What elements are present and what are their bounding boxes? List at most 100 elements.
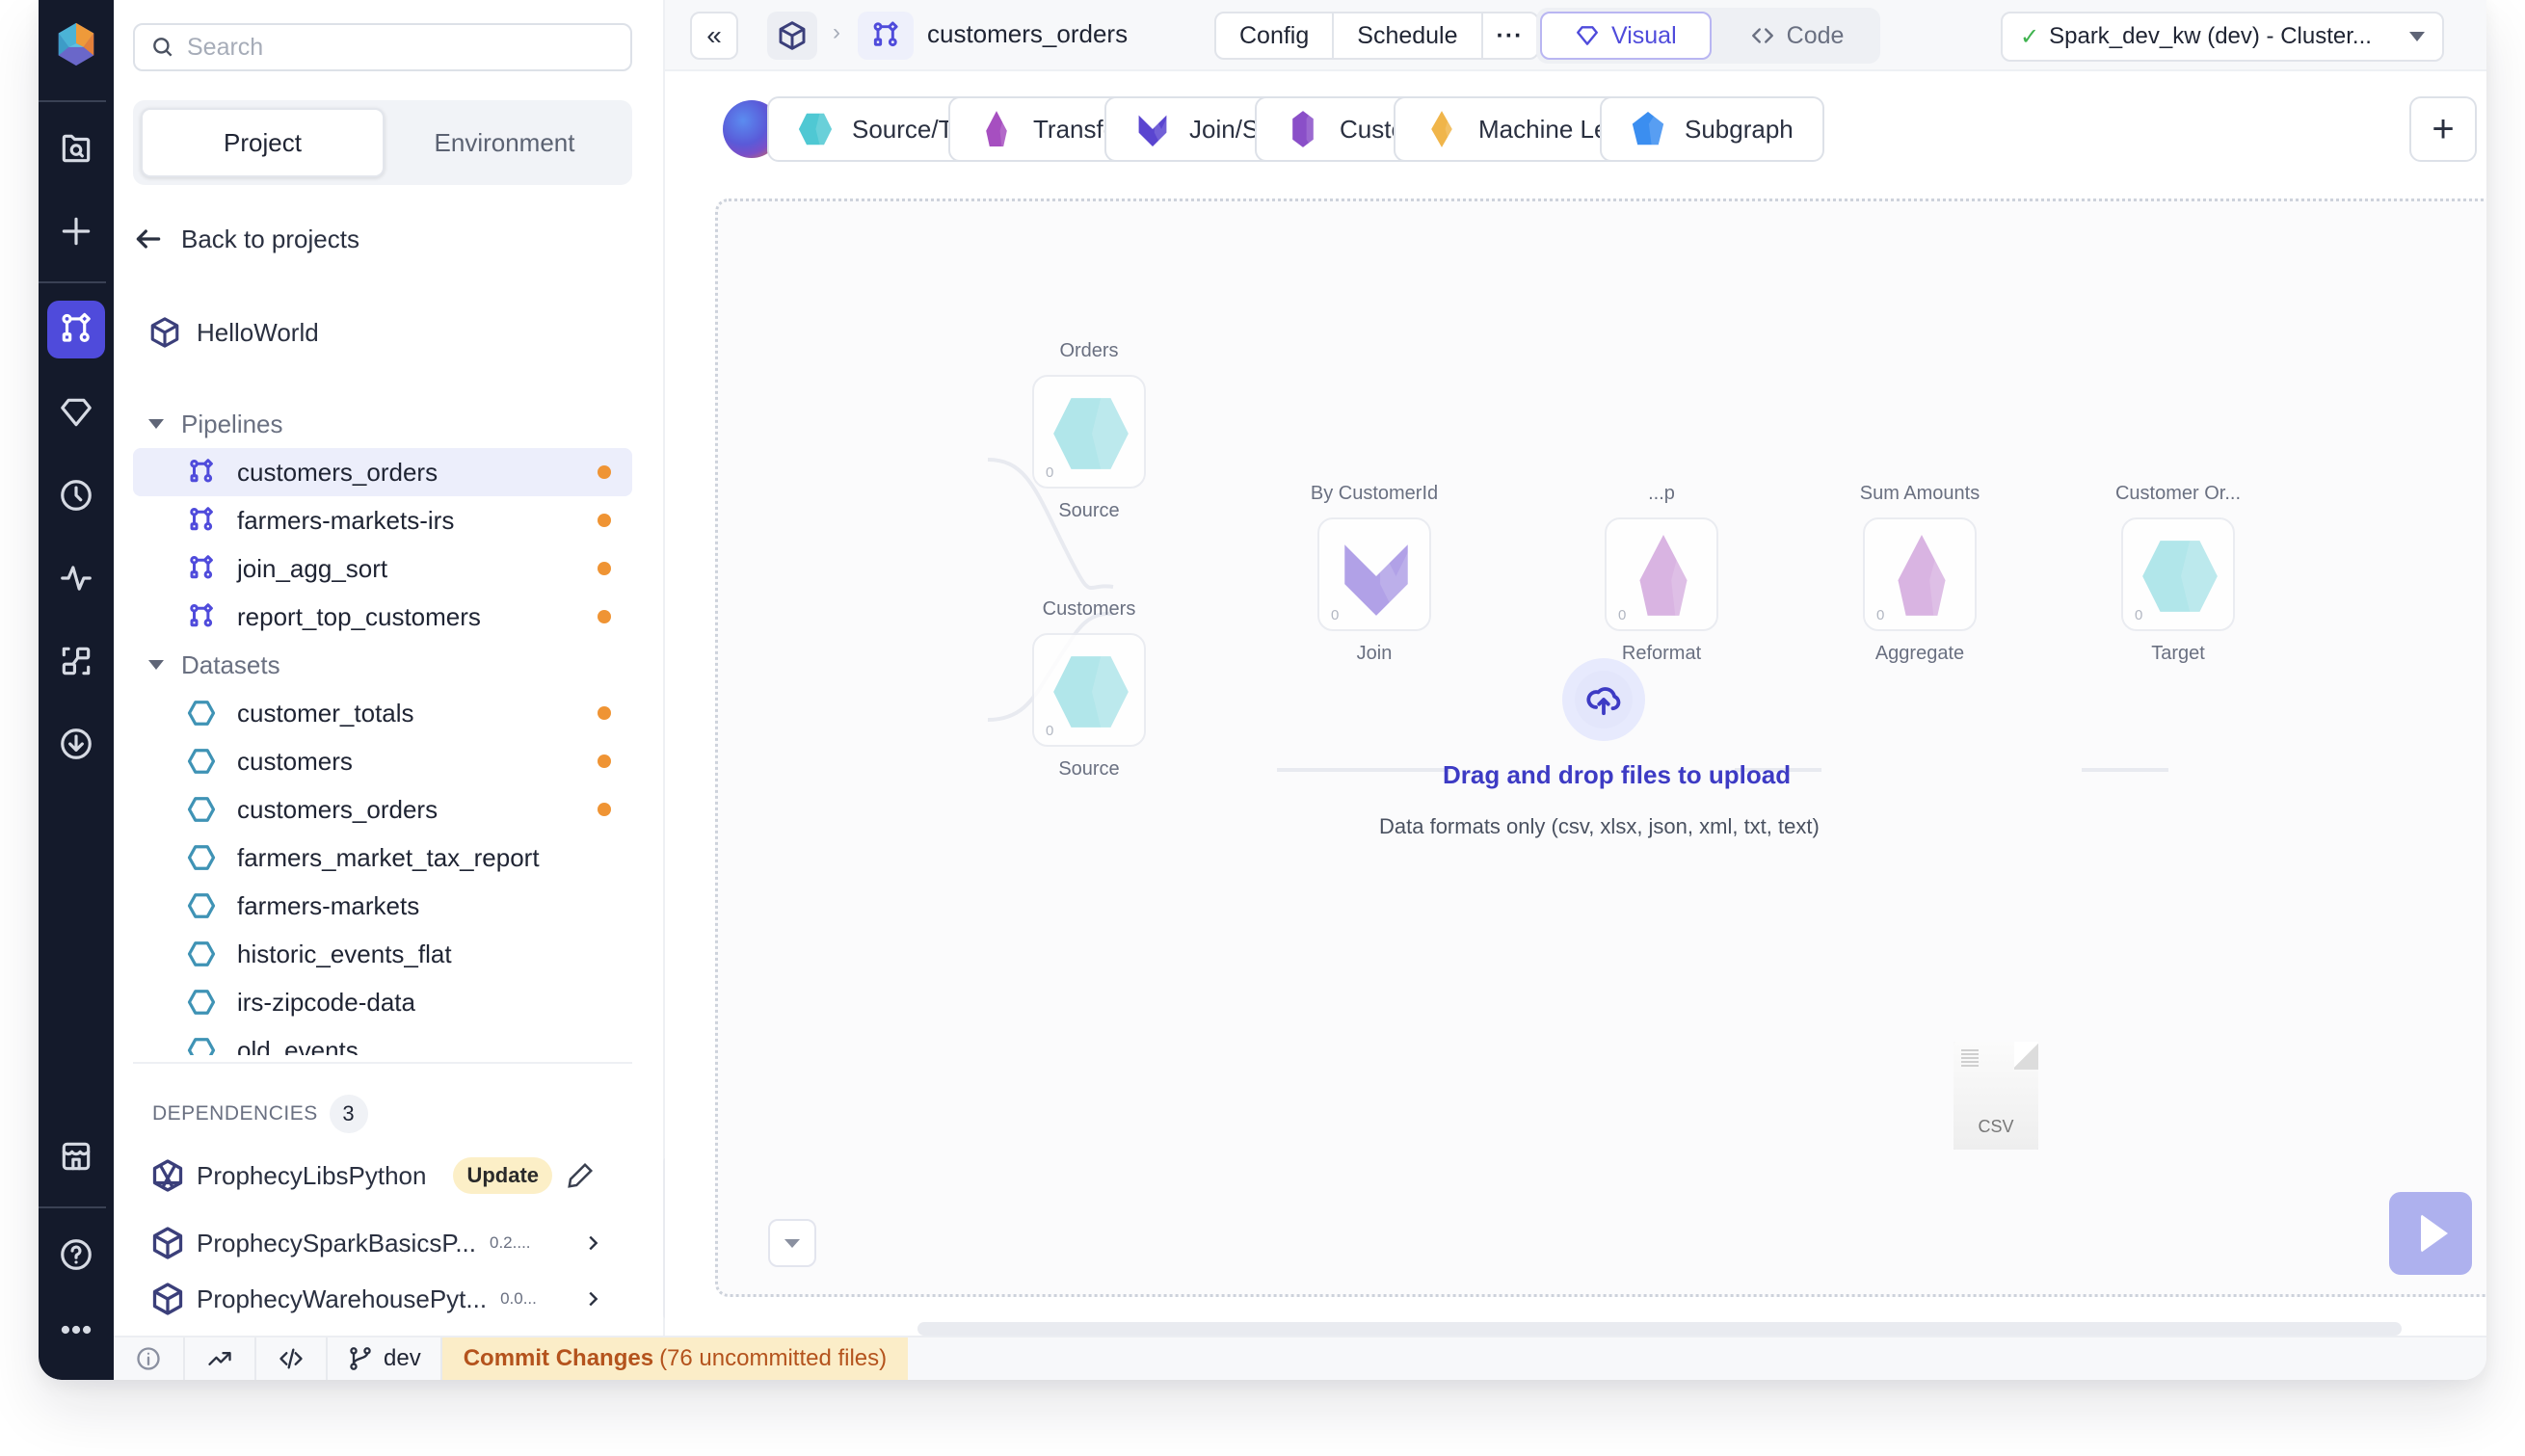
dependency-version: 0.2.... [490,1233,531,1252]
pipeline-canvas[interactable]: Orders 0 Source Customers 0 Source By Customer… [715,199,2486,1297]
top-bar: « › customers_orders Config Schedule ···… [665,0,2486,71]
edit-pencil-icon[interactable] [566,1161,595,1190]
gem-node-reformat[interactable]: 0 [1605,517,1718,631]
dataset-hexagon-icon [187,701,216,726]
dataset-item[interactable]: historic_events_flat [133,930,632,978]
dataset-item[interactable]: customers_orders [133,785,632,834]
visual-view-tab[interactable]: Visual [1540,12,1712,60]
view-toggle: Visual Code [1536,8,1881,64]
pipeline-breadcrumb-icon[interactable] [858,12,914,60]
gem-node-aggregate[interactable]: 0 [1863,517,1977,631]
tab-project[interactable]: Project [141,108,385,177]
tab-environment[interactable]: Environment [385,108,625,177]
dataset-label: customer_totals [237,698,414,728]
canvas-horizontal-scrollbar[interactable] [917,1322,2402,1336]
rail-item-help[interactable] [47,1226,105,1284]
dataset-item[interactable]: farmers_market_tax_report [133,834,632,882]
dependencies-header: DEPENDENCIES 3 [152,1095,368,1133]
chevron-gem-icon [1344,544,1412,616]
gems-diamond-icon [61,398,92,427]
search-input[interactable] [187,33,611,62]
upload-indicator [1562,658,1645,741]
dataset-item[interactable]: customers [133,737,632,785]
back-to-projects-link[interactable]: Back to projects [133,224,359,254]
chevron-right-icon[interactable] [582,1232,603,1254]
palette-category-button[interactable]: Subgraph [1600,96,1824,162]
project-panel: Project Environment Back to projects Hel… [114,0,675,1342]
dataset-hexagon-icon [187,941,216,966]
dataset-hexagon-icon [187,990,216,1015]
section-pipelines[interactable]: Pipelines [133,400,632,448]
pipeline-icon [190,603,213,627]
node-count: 0 [1618,607,1627,623]
code-label: Code [1786,21,1845,49]
rail-item-observability[interactable] [47,549,105,607]
config-button[interactable]: Config [1216,13,1335,58]
gem-node-target[interactable]: 0 [2121,517,2235,631]
gem-node-join[interactable]: 0 [1317,517,1431,631]
info-button[interactable] [114,1337,185,1380]
schedule-clock-icon [61,480,92,511]
commit-label: Commit Changes [463,1345,654,1371]
rail-item-jobs[interactable] [47,466,105,524]
more-icon [61,1325,92,1335]
rail-item-gems[interactable] [47,384,105,441]
rail-item-download[interactable] [47,715,105,773]
dataset-item[interactable]: customer_totals [133,689,632,737]
rail-item-lineage[interactable] [47,632,105,690]
dataset-item[interactable]: irs-zipcode-data [133,978,632,1026]
drop-zone-subtitle: Data formats only (csv, xlsx, json, xml,… [1379,814,1820,838]
add-gem-button[interactable]: + [2409,96,2477,162]
visual-label: Visual [1611,21,1677,49]
caret-down-icon [784,1238,800,1248]
dataset-item[interactable]: old_events [133,1026,632,1055]
search-box[interactable] [133,23,632,71]
rail-item-more[interactable] [47,1301,105,1359]
pipeline-icon [190,459,213,483]
modified-dot-icon [598,610,611,623]
gem-node-orders[interactable]: 0 [1032,375,1146,489]
code-view-tab[interactable]: Code [1717,12,1877,60]
commit-changes-button[interactable]: Commit Changes (76 uncommitted files) [441,1337,909,1380]
metrics-button[interactable] [185,1337,256,1380]
run-pipeline-button[interactable] [2389,1192,2472,1275]
chevron-right-icon[interactable] [582,1288,603,1310]
dataset-hexagon-icon [187,845,216,870]
project-item[interactable]: HelloWorld [148,316,319,349]
schedule-button[interactable]: Schedule [1334,13,1483,58]
chevron-gem-icon [1138,115,1169,146]
project-breadcrumb[interactable] [767,12,817,60]
dataset-label: farmers-markets [237,890,420,920]
node-type-label: Source [1058,500,1120,521]
collapse-panel-button[interactable]: « [690,12,738,60]
pipeline-item[interactable]: customers_orders [133,448,632,496]
dependency-item[interactable]: ProphecySparkBasicsP... 0.2.... [150,1218,603,1268]
dataset-item[interactable]: farmers-markets [133,882,632,930]
section-datasets[interactable]: Datasets [133,641,632,689]
branch-selector[interactable]: dev [328,1337,442,1380]
canvas-options-toggle[interactable] [768,1219,816,1267]
pipeline-item[interactable]: join_agg_sort [133,544,632,593]
rail-item-create[interactable] [47,202,105,260]
search-icon [153,38,173,57]
cluster-label: Spark_dev_kw (dev) - Cluster... [2049,23,2372,49]
dependency-item[interactable]: ProphecyWarehousePyt... 0.0... [150,1274,603,1324]
rail-item-marketplace[interactable] [47,1127,105,1185]
project-tree: Pipelines customers_orders farmers-market… [133,400,632,1055]
dependency-item[interactable]: ProphecyLibsPython Update [150,1151,603,1201]
pipeline-item[interactable]: report_top_customers [133,593,632,641]
pipeline-item[interactable]: farmers-markets-irs [133,496,632,544]
code-button[interactable] [256,1337,328,1380]
rail-item-pipelines[interactable] [47,301,105,358]
update-button[interactable]: Update [453,1157,553,1194]
more-options-button[interactable]: ··· [1483,13,1537,58]
icon-rail [39,0,114,1380]
rail-item-browse[interactable] [47,119,105,177]
gem-node-customers[interactable]: 0 [1032,633,1146,747]
logo-icon[interactable] [52,21,100,67]
dataset-label: irs-zipcode-data [237,987,415,1017]
cluster-selector[interactable]: ✓ Spark_dev_kw (dev) - Cluster... [2001,12,2444,62]
branch-name: dev [384,1345,421,1371]
rail-divider [39,281,106,283]
node-title: Customer Or... [2114,483,2242,504]
